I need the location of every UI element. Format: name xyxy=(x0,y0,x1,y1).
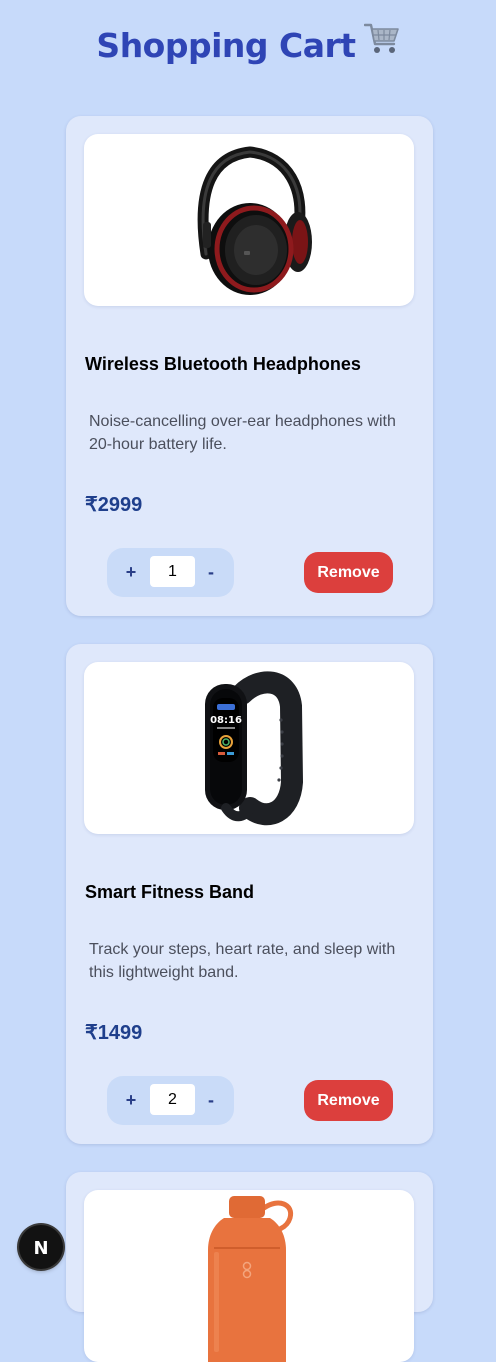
nextjs-dev-badge[interactable]: N xyxy=(19,1225,63,1269)
page-title: Shopping Cart xyxy=(0,22,496,68)
quantity-input[interactable] xyxy=(150,1084,195,1115)
shopping-cart-icon xyxy=(363,22,400,67)
decrement-button[interactable]: - xyxy=(199,560,223,584)
product-name: Smart Fitness Band xyxy=(85,882,255,902)
quantity-input[interactable] xyxy=(150,556,195,587)
quantity-stepper: + - xyxy=(107,1076,234,1125)
nextjs-icon: N xyxy=(33,1238,48,1259)
cart-item-card: Wireless Bluetooth Headphones Noise-canc… xyxy=(66,116,433,616)
remove-button[interactable]: Remove xyxy=(304,552,393,593)
decrement-button[interactable]: - xyxy=(199,1088,223,1112)
nextjs-letter: N xyxy=(33,1238,48,1259)
product-image-box xyxy=(84,134,414,306)
remove-button[interactable]: Remove xyxy=(304,1080,393,1121)
product-image-box: 08:16 xyxy=(84,662,414,834)
increment-button[interactable]: + xyxy=(119,1088,143,1112)
fitness-band-image: 08:16 xyxy=(205,671,304,826)
product-price: ₹2999 xyxy=(85,494,143,516)
product-image-box xyxy=(84,1190,414,1362)
page-title-text: Shopping Cart xyxy=(96,26,356,65)
band-screen-time: 08:16 xyxy=(210,715,242,726)
quantity-stepper: + - xyxy=(107,548,234,597)
cart-item-card: 08:16 Smart Fitness Band Track your step… xyxy=(66,644,433,1144)
headphones-image xyxy=(197,146,312,295)
water-bottle-image xyxy=(208,1196,294,1362)
product-name: Wireless Bluetooth Headphones xyxy=(85,354,361,374)
increment-button[interactable]: + xyxy=(119,560,143,584)
product-description: Noise-cancelling over-ear headphones wit… xyxy=(89,413,396,453)
cart-item-card xyxy=(66,1172,433,1362)
product-description: Track your steps, heart rate, and sleep … xyxy=(89,941,396,981)
product-price: ₹1499 xyxy=(85,1022,143,1044)
